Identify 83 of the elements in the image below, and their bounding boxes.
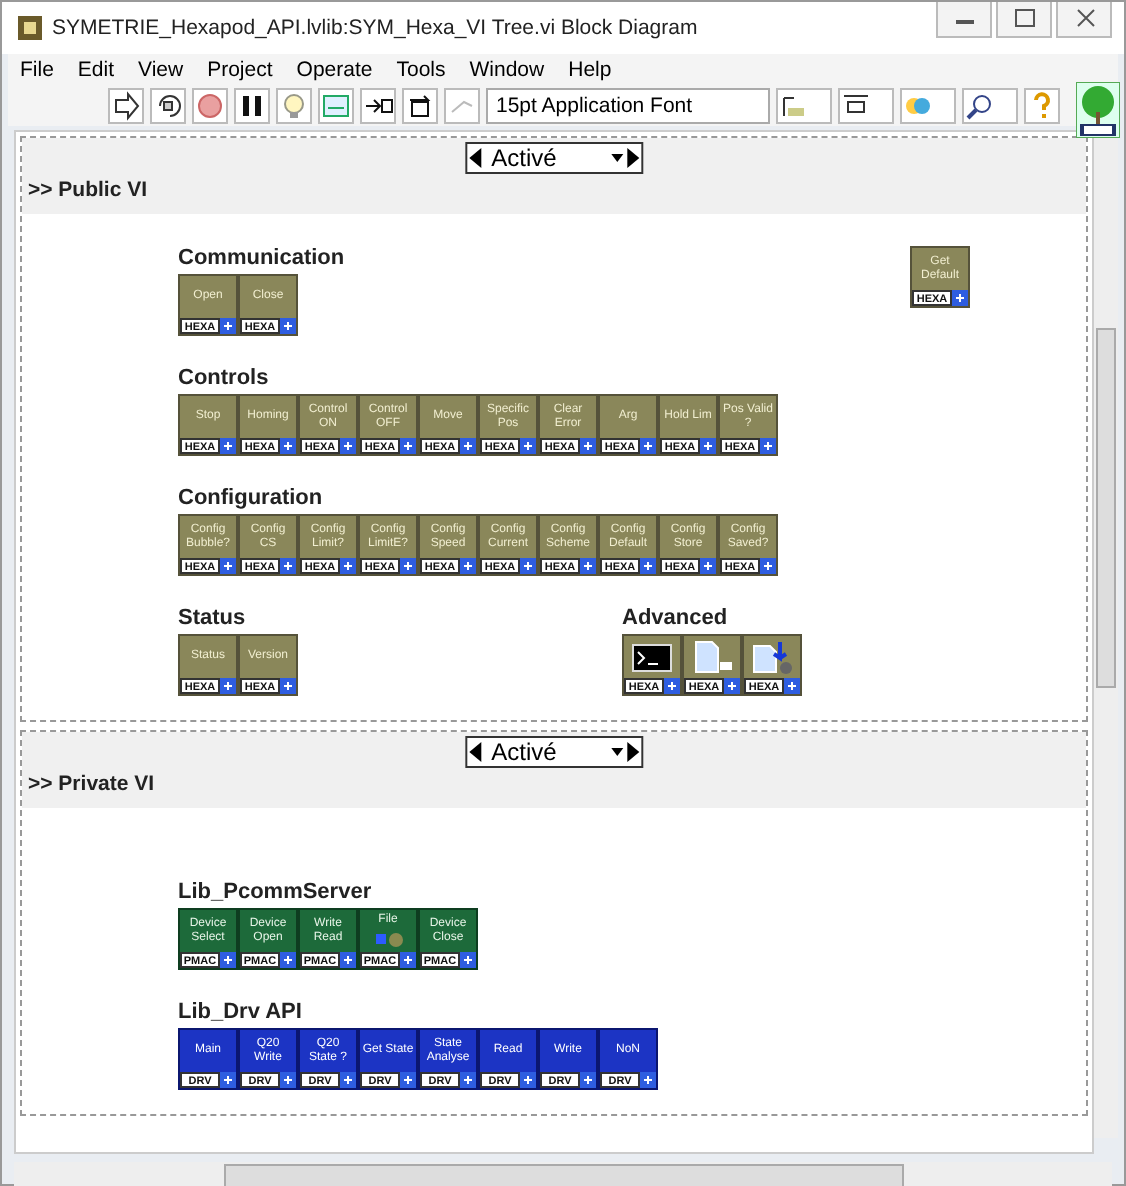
connector-icon bbox=[700, 438, 716, 454]
connector-icon bbox=[340, 952, 356, 968]
group-label: Status bbox=[178, 606, 248, 634]
connector-icon bbox=[460, 952, 476, 968]
case-selector[interactable]: Activé bbox=[465, 736, 643, 768]
connector-icon bbox=[280, 952, 296, 968]
connector-icon bbox=[760, 558, 776, 574]
connector-icon bbox=[220, 1072, 236, 1088]
group-label: Controls bbox=[178, 366, 271, 394]
menu-item[interactable]: Operate bbox=[284, 54, 385, 86]
pause-icon[interactable] bbox=[234, 88, 270, 124]
connector-icon bbox=[520, 1072, 536, 1088]
connector-icon bbox=[280, 438, 296, 454]
close-icon[interactable] bbox=[1056, 2, 1112, 38]
connector-icon bbox=[400, 438, 416, 454]
case-selector[interactable]: Activé bbox=[465, 142, 643, 174]
connector-icon bbox=[340, 558, 356, 574]
group-label: Lib_PcommServer bbox=[178, 880, 374, 908]
connector-icon bbox=[580, 558, 596, 574]
connector-icon bbox=[460, 438, 476, 454]
group-label: Lib_Drv API bbox=[178, 1000, 304, 1028]
connector-icon bbox=[340, 438, 356, 454]
connector-icon bbox=[280, 558, 296, 574]
connector-icon bbox=[220, 678, 236, 694]
connector-icon bbox=[340, 1072, 356, 1088]
run-continuously-icon[interactable] bbox=[150, 88, 186, 124]
connector-icon bbox=[640, 558, 656, 574]
connector-icon bbox=[280, 318, 296, 334]
decrement-arrow-icon bbox=[467, 740, 484, 764]
window-title: SYMETRIE_Hexapod_API.lvlib:SYM_Hexa_VI Tree.vi Block Diagram bbox=[52, 16, 700, 40]
app-icon bbox=[18, 16, 42, 40]
maximize-icon[interactable] bbox=[996, 2, 1052, 38]
abort-icon[interactable] bbox=[192, 88, 228, 124]
group-label: Configuration bbox=[178, 486, 325, 514]
menu-item[interactable]: Project bbox=[195, 54, 285, 86]
align-objects-icon[interactable] bbox=[776, 88, 833, 124]
terminal-icon bbox=[632, 643, 672, 671]
frame-title: >> Public VI bbox=[28, 178, 148, 202]
font-dropdown[interactable]: 15pt Application Font bbox=[486, 88, 771, 124]
connector-icon bbox=[400, 558, 416, 574]
connector-icon bbox=[520, 438, 536, 454]
connector-icon bbox=[220, 558, 236, 574]
step-into-icon[interactable] bbox=[360, 88, 396, 124]
minimize-icon[interactable] bbox=[936, 2, 992, 38]
group-label: Communication bbox=[178, 246, 345, 274]
zoom-icon[interactable] bbox=[962, 88, 1019, 124]
connector-icon bbox=[580, 1072, 596, 1088]
connector-icon bbox=[700, 558, 716, 574]
connector-icon bbox=[400, 1072, 416, 1088]
horizontal-scrollbar[interactable] bbox=[14, 1162, 1112, 1186]
menu-item[interactable]: File bbox=[8, 54, 66, 86]
connector-icon bbox=[640, 1072, 656, 1088]
connector-icon bbox=[760, 438, 776, 454]
vertical-scrollbar[interactable] bbox=[1094, 138, 1118, 1138]
increment-arrow-icon bbox=[624, 146, 641, 170]
connector-icon bbox=[460, 558, 476, 574]
menu-item[interactable]: View bbox=[126, 54, 196, 86]
connector-icon bbox=[952, 290, 968, 306]
connector-icon bbox=[280, 1072, 296, 1088]
connector-icon bbox=[220, 952, 236, 968]
distribute-objects-icon[interactable] bbox=[838, 88, 895, 124]
connector-icon bbox=[220, 438, 236, 454]
increment-arrow-icon bbox=[624, 740, 641, 764]
menu-item[interactable]: Window bbox=[457, 54, 557, 86]
connector-icon bbox=[280, 678, 296, 694]
connector-icon bbox=[724, 678, 740, 694]
document-arrow-icon bbox=[750, 640, 794, 674]
document-icon bbox=[690, 640, 734, 674]
connector-icon bbox=[520, 558, 536, 574]
connector-icon bbox=[460, 1072, 476, 1088]
menu-item[interactable]: Help bbox=[556, 54, 624, 86]
connector-icon bbox=[220, 318, 236, 334]
connector-icon bbox=[640, 438, 656, 454]
decrement-arrow-icon bbox=[467, 146, 484, 170]
connector-icon bbox=[400, 952, 416, 968]
menu-item[interactable]: Tools bbox=[384, 54, 458, 86]
frame-title: >> Private VI bbox=[28, 772, 155, 796]
connector-icon bbox=[664, 678, 680, 694]
connector-icon bbox=[580, 438, 596, 454]
connector-icon bbox=[784, 678, 800, 694]
step-over-icon[interactable] bbox=[402, 88, 438, 124]
menu-item[interactable]: Edit bbox=[65, 54, 127, 86]
group-label: Advanced bbox=[622, 606, 730, 634]
